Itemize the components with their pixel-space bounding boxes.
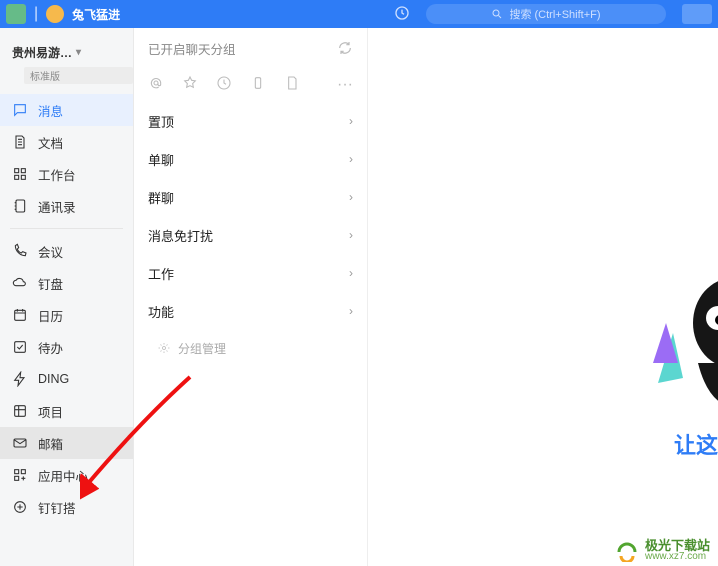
sidebar-item-dbuild[interactable]: 钉钉搭 bbox=[0, 491, 133, 523]
grid-icon bbox=[12, 166, 28, 182]
phone-icon bbox=[12, 243, 28, 259]
group-manage-button[interactable]: 分组管理 bbox=[134, 330, 367, 366]
lightning-icon bbox=[12, 371, 28, 387]
sidebar-divider bbox=[10, 228, 123, 229]
sidebar-item-todo[interactable]: 待办 bbox=[0, 331, 133, 363]
build-icon bbox=[12, 499, 28, 515]
contacts-icon bbox=[12, 198, 28, 214]
doc-icon bbox=[12, 134, 28, 150]
sidebar-item-docs[interactable]: 文档 bbox=[0, 126, 133, 158]
file-filter-icon[interactable] bbox=[284, 75, 300, 96]
later-filter-icon[interactable] bbox=[216, 75, 232, 96]
chevron-right-icon: › bbox=[349, 152, 353, 166]
chevron-right-icon: › bbox=[349, 190, 353, 204]
org-plan-badge: 标准版 bbox=[24, 67, 133, 84]
chat-group-panel: 已开启聊天分组 ··· 置顶› 单聊› 群聊› 消息免打扰› 工作› 功能› 分… bbox=[134, 28, 368, 566]
org-selector[interactable]: 贵州易游… ▾ bbox=[0, 38, 133, 63]
apps-icon bbox=[12, 467, 28, 483]
chevron-right-icon: › bbox=[349, 228, 353, 242]
watermark: 极光下载站 www.xz7.com bbox=[615, 538, 710, 562]
sidebar-item-calendar[interactable]: 日历 bbox=[0, 299, 133, 331]
sidebar-item-meeting[interactable]: 会议 bbox=[0, 235, 133, 267]
gear-icon bbox=[158, 342, 170, 354]
star-filter-icon[interactable] bbox=[182, 75, 198, 96]
group-pinned[interactable]: 置顶› bbox=[134, 102, 367, 140]
group-multi[interactable]: 群聊› bbox=[134, 178, 367, 216]
sidebar-item-project[interactable]: 项目 bbox=[0, 395, 133, 427]
filter-row: ··· bbox=[134, 68, 367, 102]
watermark-logo-icon bbox=[615, 538, 639, 562]
chevron-right-icon: › bbox=[349, 266, 353, 280]
top-add-button[interactable] bbox=[682, 4, 712, 24]
calendar-icon bbox=[12, 307, 28, 323]
watermark-cn: 极光下载站 bbox=[645, 539, 710, 552]
cloud-icon bbox=[12, 275, 28, 291]
search-input[interactable]: 搜索 (Ctrl+Shift+F) bbox=[426, 4, 666, 24]
refresh-icon[interactable] bbox=[337, 40, 353, 56]
username-label: 兔飞猛进 bbox=[72, 6, 120, 23]
promo-text: 让这 bbox=[674, 428, 718, 460]
chevron-right-icon: › bbox=[349, 304, 353, 318]
group-work[interactable]: 工作› bbox=[134, 254, 367, 292]
chevron-right-icon: › bbox=[349, 114, 353, 128]
history-icon[interactable] bbox=[394, 5, 410, 24]
sidebar: 贵州易游… ▾ 标准版 消息 文档 工作台 通讯录 会议 钉盘 bbox=[0, 28, 134, 566]
project-icon bbox=[12, 403, 28, 419]
at-filter-icon[interactable] bbox=[148, 75, 164, 96]
search-placeholder: 搜索 (Ctrl+Shift+F) bbox=[509, 6, 600, 22]
group-dnd[interactable]: 消息免打扰› bbox=[134, 216, 367, 254]
check-icon bbox=[12, 339, 28, 355]
group-header-label: 已开启聊天分组 bbox=[148, 39, 236, 58]
sidebar-item-ding[interactable]: DING bbox=[0, 363, 133, 395]
content-area: 让这 极光下载站 www.xz7.com bbox=[368, 28, 718, 566]
group-function[interactable]: 功能› bbox=[134, 292, 367, 330]
device-filter-icon[interactable] bbox=[250, 75, 266, 96]
chat-icon bbox=[12, 102, 28, 118]
more-filter-icon[interactable]: ··· bbox=[337, 76, 353, 94]
sidebar-item-mail[interactable]: 邮箱 bbox=[0, 427, 133, 459]
chevron-down-icon: ▾ bbox=[76, 47, 81, 58]
group-single[interactable]: 单聊› bbox=[134, 140, 367, 178]
sidebar-item-contacts[interactable]: 通讯录 bbox=[0, 190, 133, 222]
watermark-url: www.xz7.com bbox=[645, 552, 710, 562]
org-avatar-icon[interactable] bbox=[6, 4, 26, 24]
sidebar-item-workbench[interactable]: 工作台 bbox=[0, 158, 133, 190]
top-bar: | 兔飞猛进 搜索 (Ctrl+Shift+F) bbox=[0, 0, 718, 28]
user-avatar-icon[interactable] bbox=[46, 5, 64, 23]
sidebar-item-drive[interactable]: 钉盘 bbox=[0, 267, 133, 299]
sidebar-item-appcenter[interactable]: 应用中心 bbox=[0, 459, 133, 491]
sidebar-item-messages[interactable]: 消息 bbox=[0, 94, 133, 126]
mascot-illustration bbox=[638, 263, 718, 413]
mail-icon bbox=[12, 435, 28, 451]
